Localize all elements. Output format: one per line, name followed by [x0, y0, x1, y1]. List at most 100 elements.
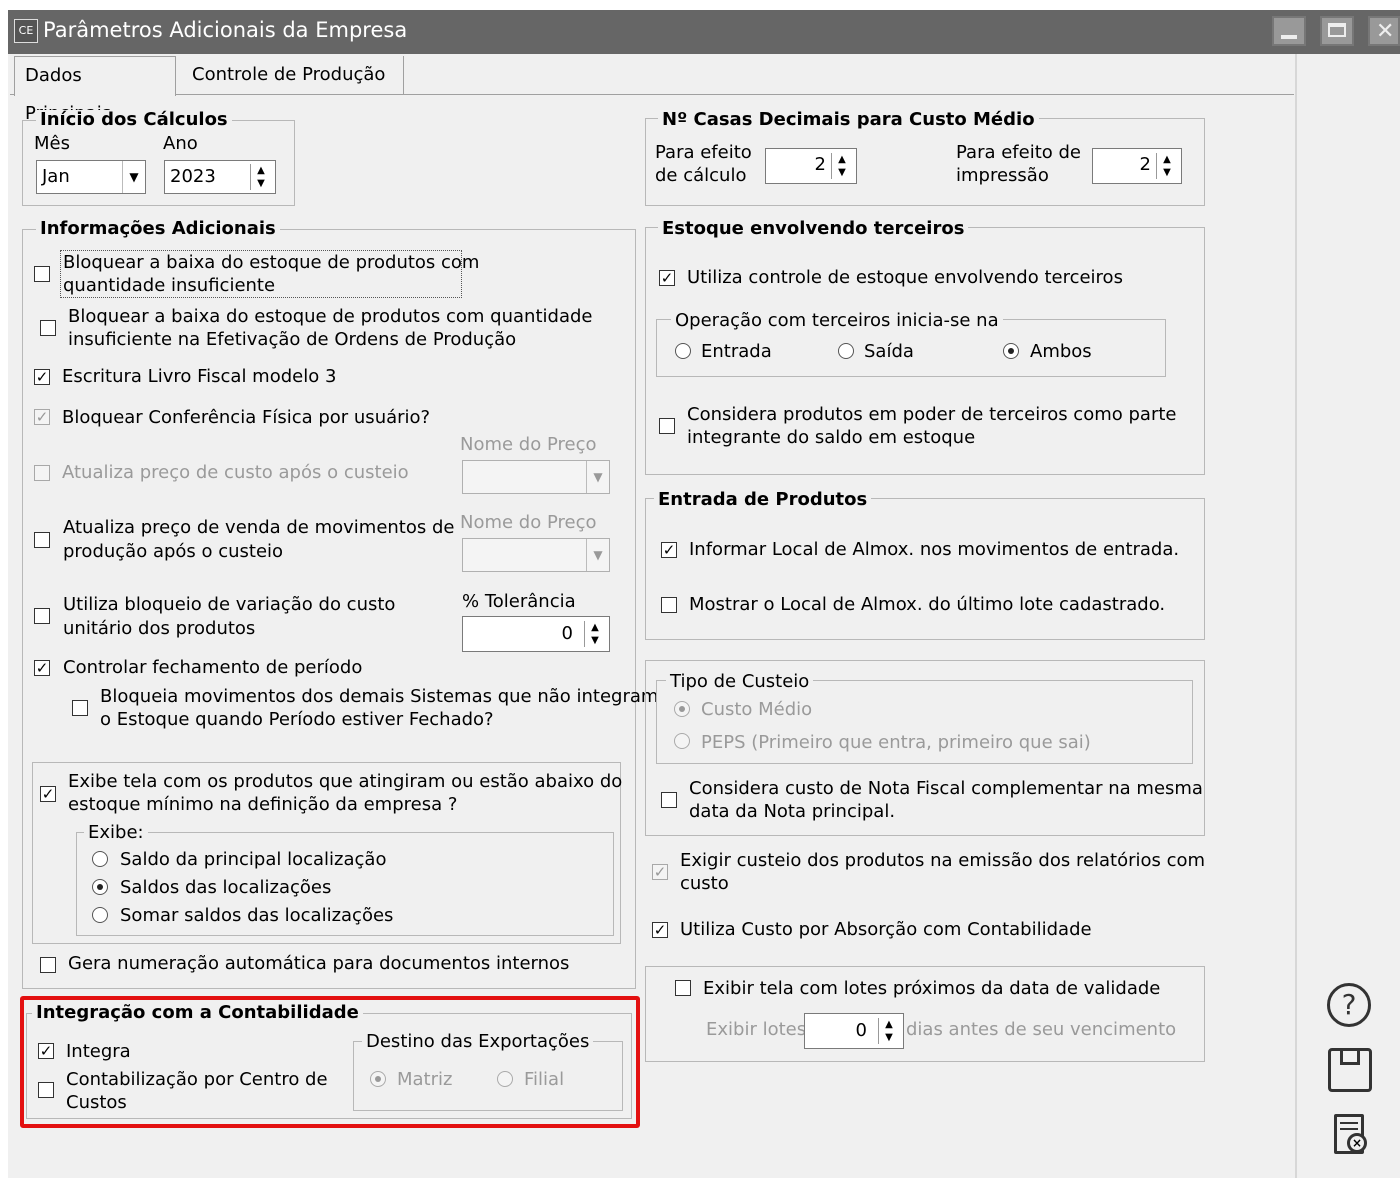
- dias-spinner[interactable]: 0 ▲ ▼: [804, 1013, 904, 1049]
- exibe-tela-checkbox[interactable]: ✓: [40, 786, 56, 802]
- exibir-lotes-checkbox[interactable]: [675, 980, 691, 996]
- spin-arrows-icon[interactable]: ▲ ▼: [584, 621, 605, 647]
- exigir-custeio-checkbox[interactable]: ✓: [652, 864, 668, 880]
- exibe-option-2-radio[interactable]: [92, 879, 108, 895]
- bloquear-ordens-checkbox[interactable]: [40, 320, 56, 336]
- minimize-button[interactable]: [1272, 16, 1306, 46]
- close-icon: ✕: [1376, 19, 1395, 44]
- calculo-value: 2: [814, 154, 826, 175]
- ambos-radio[interactable]: [1003, 343, 1019, 359]
- cancel-document-icon[interactable]: ×: [1334, 1114, 1367, 1154]
- chevron-down-icon[interactable]: ▼: [122, 161, 145, 193]
- maximize-button[interactable]: [1320, 16, 1354, 46]
- bloquear-ordens-label-2: insuficiente na Efetivação de Ordens de …: [68, 329, 517, 350]
- utiliza-terceiros-checkbox[interactable]: ✓: [659, 270, 675, 286]
- entrada-produtos-legend: Entrada de Produtos: [654, 490, 872, 510]
- atualiza-venda-label-1: Atualiza preço de venda de movimentos de: [63, 517, 455, 538]
- gera-numeracao-checkbox[interactable]: [40, 957, 56, 973]
- atualiza-venda-label-2: produção após o custeio: [63, 541, 284, 562]
- tolerancia-spinner[interactable]: 0 ▲ ▼: [462, 616, 610, 652]
- tolerancia-value: 0: [561, 623, 573, 644]
- entrada-produtos-group: [645, 498, 1205, 640]
- maximize-icon: [1328, 23, 1346, 37]
- exibe-tela-label-2: estoque mínimo na definição da empresa ?: [68, 794, 458, 815]
- nome-preco-select-1[interactable]: ▼: [462, 460, 610, 494]
- saida-label: Saída: [864, 341, 914, 362]
- complementar-label-2: data da Nota principal.: [689, 801, 896, 822]
- bloqueia-mov-checkbox[interactable]: [72, 700, 88, 716]
- conferencia-checkbox[interactable]: ✓: [34, 409, 50, 425]
- spin-arrows-icon[interactable]: ▲ ▼: [1156, 153, 1177, 179]
- impressao-label-2: impressão: [956, 165, 1049, 186]
- close-button[interactable]: ✕: [1368, 16, 1400, 46]
- escritura-label: Escritura Livro Fiscal modelo 3: [62, 366, 337, 387]
- exigir-custeio-label-1: Exigir custeio dos produtos na emissão d…: [680, 850, 1206, 871]
- inicio-calculos-legend: Início dos Cálculos: [36, 110, 232, 130]
- casas-decimais-legend: Nº Casas Decimais para Custo Médio: [658, 110, 1039, 130]
- nome-preco-select-2[interactable]: ▼: [462, 538, 610, 572]
- ano-spinner[interactable]: 2023 ▲ ▼: [164, 160, 276, 194]
- chevron-down-icon[interactable]: ▼: [586, 461, 609, 493]
- save-icon[interactable]: [1328, 1048, 1372, 1092]
- entrada-radio[interactable]: [675, 343, 691, 359]
- mes-select[interactable]: Jan ▼: [36, 160, 146, 194]
- ambos-label: Ambos: [1030, 341, 1092, 362]
- informar-local-checkbox[interactable]: ✓: [661, 542, 677, 558]
- window-title: Parâmetros Adicionais da Empresa: [43, 18, 408, 42]
- chevron-down-icon[interactable]: ▼: [586, 539, 609, 571]
- ano-value: 2023: [170, 166, 216, 187]
- atualiza-venda-checkbox[interactable]: [34, 532, 50, 548]
- bloquear-baixa-label-2: quantidade insuficiente: [63, 275, 276, 296]
- mostrar-local-label: Mostrar o Local de Almox. do último lote…: [689, 594, 1166, 615]
- informacoes-legend: Informações Adicionais: [36, 219, 280, 239]
- bloquear-baixa-checkbox[interactable]: [34, 266, 50, 282]
- bloqueia-mov-label-1: Bloqueia movimentos dos demais Sistemas …: [100, 686, 659, 707]
- exibe-option-2-label: Saldos das localizações: [120, 877, 332, 898]
- custo-medio-radio[interactable]: [674, 701, 690, 717]
- entrada-label: Entrada: [701, 341, 772, 362]
- considera-terceiros-checkbox[interactable]: [659, 418, 675, 434]
- bloqueia-mov-label-2: o Estoque quando Período estiver Fechado…: [100, 709, 494, 730]
- app-icon: CE: [14, 19, 38, 43]
- calculo-label-2: de cálculo: [655, 165, 747, 186]
- peps-label: PEPS (Primeiro que entra, primeiro que s…: [701, 732, 1091, 753]
- nome-preco-label-2: Nome do Preço: [460, 512, 597, 533]
- absorcao-checkbox[interactable]: ✓: [652, 922, 668, 938]
- bloquear-ordens-label-1: Bloquear a baixa do estoque de produtos …: [68, 306, 593, 327]
- mostrar-local-checkbox[interactable]: [661, 597, 677, 613]
- exibe-option-1-label: Saldo da principal localização: [120, 849, 387, 870]
- complementar-label-1: Considera custo de Nota Fiscal complemen…: [689, 778, 1203, 799]
- exibe-option-3-radio[interactable]: [92, 907, 108, 923]
- exibir-lotes-suffix: dias antes de seu vencimento: [906, 1019, 1177, 1040]
- exibe-option-3-label: Somar saldos das localizações: [120, 905, 394, 926]
- spin-arrows-icon[interactable]: ▲ ▼: [878, 1018, 899, 1044]
- escritura-checkbox[interactable]: ✓: [34, 369, 50, 385]
- spin-arrows-icon[interactable]: ▲ ▼: [831, 153, 852, 179]
- tab-dados-principais[interactable]: Dados Principais: [14, 56, 176, 124]
- calculo-spinner[interactable]: 2 ▲ ▼: [765, 148, 857, 184]
- fechamento-checkbox[interactable]: ✓: [34, 660, 50, 676]
- tab-controle-producao[interactable]: Controle de Produção: [182, 56, 404, 94]
- spin-arrows-icon[interactable]: ▲ ▼: [250, 164, 271, 190]
- custo-medio-label: Custo Médio: [701, 699, 813, 720]
- highlight-box: [20, 996, 640, 1128]
- complementar-checkbox[interactable]: [661, 792, 677, 808]
- exigir-custeio-label-2: custo: [680, 873, 729, 894]
- exibe-tela-label-1: Exibe tela com os produtos que atingiram…: [68, 771, 623, 792]
- considera-terceiros-label-2: integrante do saldo em estoque: [687, 427, 976, 448]
- variacao-checkbox[interactable]: [34, 608, 50, 624]
- exibe-option-1-radio[interactable]: [92, 851, 108, 867]
- help-icon[interactable]: ?: [1327, 983, 1371, 1027]
- mes-label: Mês: [34, 133, 70, 154]
- peps-radio[interactable]: [674, 733, 690, 749]
- tolerancia-label: % Tolerância: [462, 591, 576, 612]
- impressao-label-1: Para efeito de: [956, 142, 1082, 163]
- atualiza-custo-checkbox[interactable]: [34, 465, 50, 481]
- impressao-spinner[interactable]: 2 ▲ ▼: [1092, 148, 1182, 184]
- tipo-custeio-legend: Tipo de Custeio: [666, 672, 814, 692]
- exibir-lotes-label: Exibir tela com lotes próximos da data d…: [703, 978, 1161, 999]
- ano-label: Ano: [163, 133, 198, 154]
- dias-value: 0: [855, 1020, 867, 1041]
- operacao-legend: Operação com terceiros inicia-se na: [671, 311, 1003, 331]
- saida-radio[interactable]: [838, 343, 854, 359]
